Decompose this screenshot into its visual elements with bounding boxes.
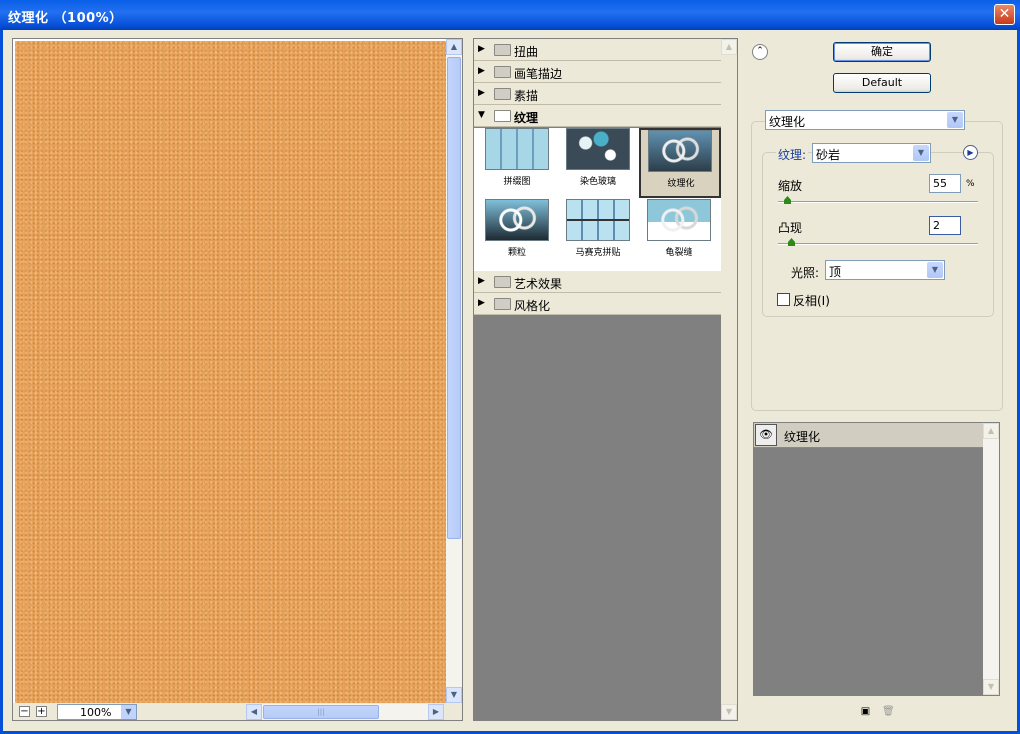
filter-thumbnails: 拼缀图 染色玻璃 纹理化 颗粒 马赛克拼贴 龟裂缝 — [474, 128, 721, 271]
filter-thumb-caption: 龟裂缝 — [665, 248, 693, 258]
expand-arrow-icon: ▶ — [478, 44, 485, 54]
filter-group-label: 纹理 — [514, 111, 539, 125]
collapse-gallery-button[interactable]: ⌃ — [752, 44, 768, 60]
relief-slider[interactable] — [778, 243, 978, 245]
scale-unit: % — [966, 179, 975, 189]
filter-thumb-caption: 颗粒 — [507, 248, 526, 258]
preview-pane: ▲ ▼ − + 100% ▼ ◀ ||| ▶ — [12, 38, 463, 721]
preview-horizontal-thumb[interactable]: ||| — [263, 705, 379, 719]
preview-toolbar: − + 100% ▼ ◀ ||| ▶ — [13, 703, 462, 720]
zoom-out-button[interactable]: − — [19, 706, 30, 717]
scale-slider[interactable] — [778, 201, 978, 203]
scale-input[interactable]: 55 — [929, 174, 961, 193]
eye-icon[interactable]: 👁 — [755, 424, 777, 446]
filter-thumb-grain[interactable]: 颗粒 — [477, 199, 557, 269]
ok-button[interactable]: 确定 — [833, 42, 931, 62]
relief-input[interactable]: 2 — [929, 216, 961, 235]
filter-group-stylize[interactable]: ▶ 风格化 — [474, 293, 721, 315]
filter-thumb-image — [485, 199, 549, 241]
filter-gallery: ▶ 扭曲 ▶ 画笔描边 ▶ 素描 ▼ 纹理 拼缀图 染色玻璃 纹理化 颗粒 马赛… — [473, 38, 738, 721]
filter-thumb-texturizer[interactable]: 纹理化 — [639, 128, 721, 198]
filter-thumb-stained-glass[interactable]: 染色玻璃 — [558, 128, 638, 198]
filter-group-label: 风格化 — [514, 299, 551, 313]
collapse-arrow-icon: ▼ — [478, 110, 485, 120]
close-button[interactable]: ✕ — [994, 4, 1015, 25]
filter-thumb-image — [648, 130, 712, 172]
effect-layer-name: 纹理化 — [784, 430, 821, 444]
filter-tree-scrollbar[interactable]: ▲ ▼ — [721, 39, 737, 720]
scroll-down-button[interactable]: ▼ — [983, 679, 999, 695]
filter-group-brush-strokes[interactable]: ▶ 画笔描边 — [474, 61, 721, 83]
filter-group-sketch[interactable]: ▶ 素描 — [474, 83, 721, 105]
filter-group-texture[interactable]: ▼ 纹理 — [474, 105, 721, 127]
texture-label: 纹理: — [776, 146, 809, 163]
default-button[interactable]: Default — [833, 73, 931, 93]
relief-label: 凸现 — [778, 221, 803, 235]
folder-icon — [494, 298, 511, 310]
preview-horizontal-scrollbar[interactable]: ◀ ||| ▶ — [246, 704, 444, 720]
layers-scrollbar[interactable]: ▲ ▼ — [983, 423, 999, 695]
filter-thumb-caption: 马赛克拼贴 — [575, 248, 621, 258]
texture-select[interactable]: 砂岩 ▼ — [812, 143, 931, 163]
expand-arrow-icon: ▶ — [478, 88, 485, 98]
expand-arrow-icon: ▶ — [478, 298, 485, 308]
folder-icon — [494, 88, 511, 100]
filter-thumb-image — [566, 199, 630, 241]
filter-select[interactable]: 纹理化 ▼ — [765, 110, 965, 130]
filter-thumb-image — [647, 199, 711, 241]
window-title: 纹理化 （100%） — [8, 11, 123, 26]
chevron-down-icon: ▼ — [927, 262, 943, 278]
folder-icon — [494, 66, 511, 78]
filter-group-distort[interactable]: ▶ 扭曲 — [474, 39, 721, 61]
texture-menu-button[interactable]: ▶ — [963, 145, 978, 160]
invert-checkbox[interactable] — [777, 293, 790, 306]
scroll-up-button[interactable]: ▲ — [983, 423, 999, 439]
light-select-value: 顶 — [829, 265, 842, 279]
chevron-down-icon: ▼ — [947, 112, 963, 128]
delete-effect-layer-icon[interactable]: 🗑 — [882, 706, 895, 717]
filter-thumb-image — [485, 128, 549, 170]
effect-layer-row[interactable]: 👁 纹理化 — [754, 423, 985, 448]
chevron-down-icon: ▼ — [913, 145, 929, 161]
zoom-value: 100% — [80, 706, 112, 719]
filter-select-value: 纹理化 — [769, 115, 806, 129]
scroll-down-button[interactable]: ▼ — [446, 687, 462, 703]
open-folder-icon — [494, 110, 511, 122]
scroll-up-button[interactable]: ▲ — [446, 39, 462, 55]
light-label: 光照: — [791, 266, 820, 280]
filter-thumb-craquelure[interactable]: 龟裂缝 — [639, 199, 719, 269]
filter-thumb-caption: 纹理化 — [667, 179, 695, 189]
expand-arrow-icon: ▶ — [478, 276, 485, 286]
filter-group-label: 扭曲 — [514, 45, 539, 59]
new-effect-layer-icon[interactable]: ▣ — [860, 706, 871, 717]
filter-thumb-caption: 染色玻璃 — [579, 177, 616, 187]
zoom-in-button[interactable]: + — [36, 706, 47, 717]
scale-label: 缩放 — [778, 179, 803, 193]
expand-arrow-icon: ▶ — [478, 66, 485, 76]
chevron-down-icon: ▼ — [121, 705, 136, 719]
preview-vertical-thumb[interactable] — [447, 57, 461, 539]
filter-group-label: 艺术效果 — [514, 277, 563, 291]
folder-icon — [494, 276, 511, 288]
preview-canvas[interactable] — [15, 41, 447, 704]
filter-group-artistic[interactable]: ▶ 艺术效果 — [474, 271, 721, 293]
texture-select-value: 砂岩 — [816, 148, 841, 162]
invert-label: 反相(I) — [793, 294, 830, 308]
filter-thumb-image — [566, 128, 630, 170]
filter-thumb-mosaic-tiles[interactable]: 马赛克拼贴 — [558, 199, 638, 269]
filter-thumb-caption: 拼缀图 — [503, 177, 531, 187]
light-select[interactable]: 顶 ▼ — [825, 260, 945, 280]
scroll-down-button[interactable]: ▼ — [721, 704, 737, 720]
filter-group-label: 素描 — [514, 89, 539, 103]
folder-icon — [494, 44, 511, 56]
filter-thumb-patchwork[interactable]: 拼缀图 — [477, 128, 557, 198]
effect-layers-panel: 👁 纹理化 ▲ ▼ — [753, 422, 1000, 696]
preview-vertical-scrollbar[interactable]: ▲ ▼ — [446, 39, 462, 705]
title-bar: 纹理化 （100%） ✕ — [0, 0, 1020, 30]
zoom-select[interactable]: 100% ▼ — [57, 704, 137, 720]
scroll-up-button[interactable]: ▲ — [721, 39, 737, 55]
filter-group-label: 画笔描边 — [514, 67, 563, 81]
scroll-right-button[interactable]: ▶ — [428, 704, 444, 720]
scroll-left-button[interactable]: ◀ — [246, 704, 262, 720]
